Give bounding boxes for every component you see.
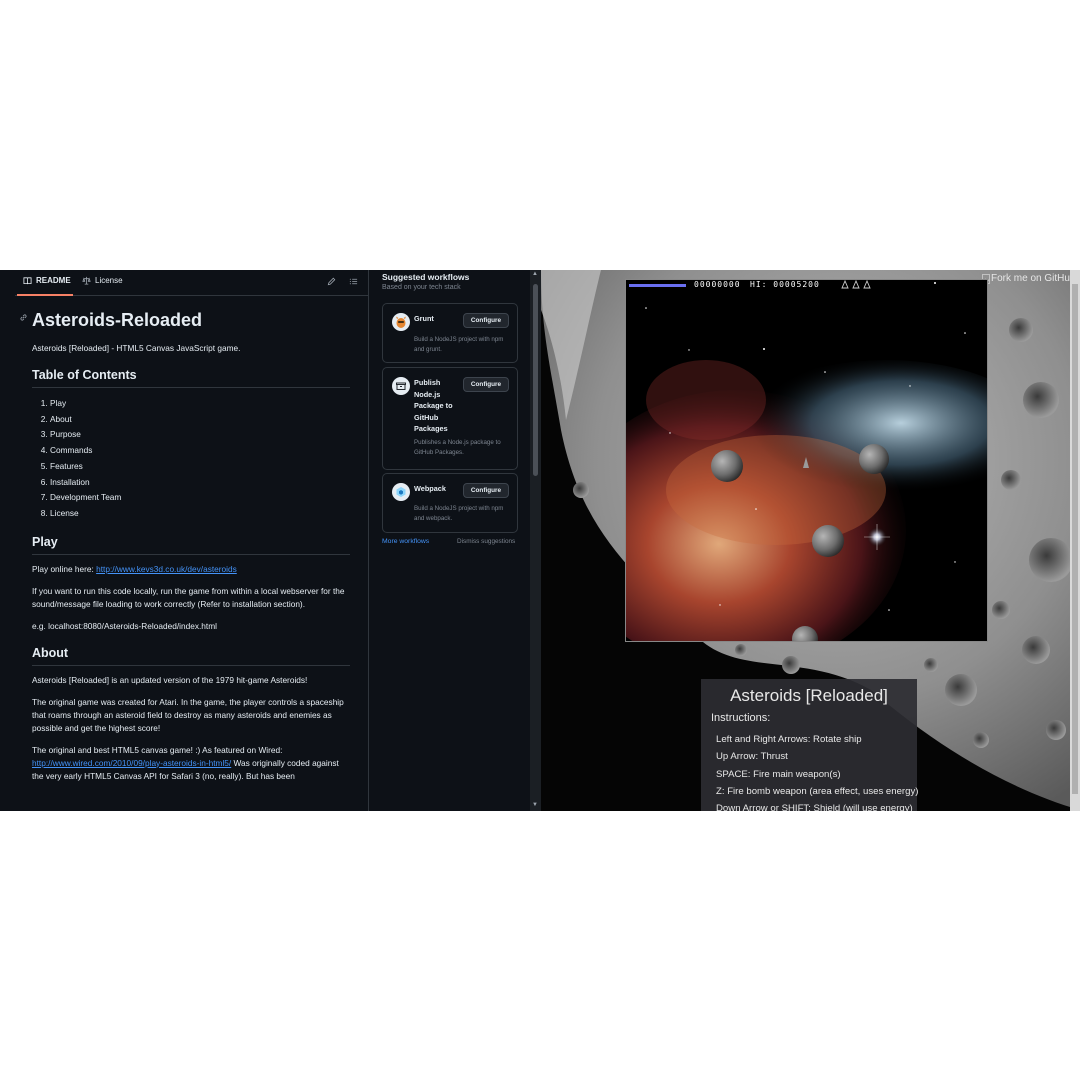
workflow-name: Publish Node.js Package to GitHub Packag… <box>414 378 453 433</box>
tab-license-label: License <box>95 276 123 285</box>
screenshot-area: README License Asteroids-Reloaded Astero… <box>0 270 1080 811</box>
energy-bar <box>629 284 686 287</box>
game-page: Fork me on GitHub 00000000 HI: 00005200 … <box>541 270 1080 811</box>
instruction-line: Z: Fire bomb weapon (area effect, uses e… <box>716 786 919 797</box>
about-paragraph-3: The original and best HTML5 canvas game!… <box>32 744 350 783</box>
toc-item-commands[interactable]: Commands <box>50 443 350 459</box>
scroll-up-arrow-icon[interactable]: ▲ <box>532 271 538 277</box>
workflow-name: Webpack <box>414 484 446 493</box>
workflows-panel: Suggested workflows Based on your tech s… <box>369 270 530 811</box>
workflow-description: Publishes a Node.js package to GitHub Pa… <box>414 439 501 456</box>
workflow-name: Grunt <box>414 314 434 323</box>
workflow-description: Build a NodeJS project with npm and webp… <box>414 505 504 522</box>
instructions-title: Asteroids [Reloaded] <box>730 686 888 705</box>
scrollbar-thumb[interactable] <box>533 284 538 476</box>
lives-indicator <box>841 280 871 289</box>
tab-license[interactable]: License <box>82 276 123 285</box>
workflows-subtitle: Based on your tech stack <box>382 284 461 291</box>
workflows-title: Suggested workflows <box>382 272 470 282</box>
toc-heading: Table of Contents <box>32 367 350 388</box>
more-workflows-link[interactable]: More workflows <box>382 538 429 545</box>
active-tab-indicator <box>17 294 73 296</box>
instruction-line: Down Arrow or SHIFT: Shield (will use en… <box>716 803 913 811</box>
webpack-logo-icon <box>392 483 410 501</box>
life-ship-icon <box>863 280 871 289</box>
workflow-card-publish-nodejs: Publish Node.js Package to GitHub Packag… <box>382 367 518 470</box>
grunt-logo-icon <box>392 313 410 331</box>
instructions-label: Instructions: <box>711 712 771 724</box>
play-online-label: Play online here: <box>32 563 97 574</box>
scrollbar-thumb[interactable] <box>1072 284 1078 794</box>
about-heading: About <box>32 645 350 666</box>
package-icon <box>392 377 410 395</box>
instruction-line: SPACE: Fire main weapon(s) <box>716 769 841 780</box>
toc-list: Play About Purpose Commands Features Ins… <box>32 396 350 522</box>
play-local-paragraph: If you want to run this code locally, ru… <box>32 585 345 609</box>
toc-item-purpose[interactable]: Purpose <box>50 427 350 443</box>
readme-scrollbar[interactable]: ▲ ▼ <box>530 270 541 811</box>
book-icon <box>23 277 32 285</box>
life-ship-icon <box>852 280 860 289</box>
readme-content: Asteroids-Reloaded Asteroids [Reloaded] … <box>20 308 350 792</box>
hiscore-readout: HI: 00005200 <box>750 280 820 289</box>
about-paragraph-2: The original game was created for Atari.… <box>32 696 344 733</box>
instruction-line: Left and Right Arrows: Rotate ship <box>716 734 862 745</box>
list-icon[interactable] <box>349 277 358 286</box>
tab-readme-label: README <box>36 276 71 285</box>
game-page-scrollbar[interactable] <box>1070 270 1080 811</box>
about-p3-intro: The original and best HTML5 canvas game!… <box>32 744 283 755</box>
play-online-paragraph: Play online here: http://www.kevs3d.co.u… <box>32 563 350 576</box>
play-online-link[interactable]: http://www.kevs3d.co.uk/dev/asteroids <box>96 564 237 574</box>
readme-panel: README License Asteroids-Reloaded Astero… <box>15 270 369 811</box>
link-icon[interactable] <box>19 313 28 322</box>
toc-item-development-team[interactable]: Development Team <box>50 490 350 506</box>
fork-me-ribbon[interactable]: Fork me on GitHub <box>982 273 1075 284</box>
tab-readme[interactable]: README <box>23 276 71 285</box>
toc-item-about[interactable]: About <box>50 412 350 428</box>
toc-item-play[interactable]: Play <box>50 396 350 412</box>
workflow-description: Build a NodeJS project with npm and grun… <box>414 336 504 353</box>
about-paragraph-1: Asteroids [Reloaded] is an updated versi… <box>32 674 308 685</box>
life-ship-icon <box>841 280 849 289</box>
toc-item-license[interactable]: License <box>50 506 350 522</box>
readme-tabs: README License <box>15 270 368 296</box>
scroll-down-arrow-icon[interactable]: ▼ <box>532 802 538 808</box>
fork-me-label: Fork me on GitHub <box>991 273 1076 284</box>
toc-item-features[interactable]: Features <box>50 459 350 475</box>
play-heading: Play <box>32 534 350 555</box>
instruction-line: Up Arrow: Thrust <box>716 751 788 762</box>
readme-tagline: Asteroids [Reloaded] - HTML5 Canvas Java… <box>32 343 241 353</box>
wired-link[interactable]: http://www.wired.com/2010/09/play-astero… <box>32 758 231 768</box>
configure-button[interactable]: Configure <box>463 483 509 498</box>
configure-button[interactable]: Configure <box>463 377 509 392</box>
scale-icon <box>82 276 91 285</box>
space-scene <box>626 280 987 641</box>
workflow-card-grunt: Grunt Configure Build a NodeJS project w… <box>382 303 518 363</box>
instructions-panel: Asteroids [Reloaded] Instructions: Left … <box>701 679 919 811</box>
play-example-url: e.g. localhost:8080/Asteroids-Reloaded/i… <box>32 620 217 631</box>
game-canvas[interactable]: 00000000 HI: 00005200 <box>625 279 988 642</box>
dismiss-suggestions-button[interactable]: Dismiss suggestions <box>457 538 515 545</box>
toc-item-installation[interactable]: Installation <box>50 475 350 491</box>
pencil-icon[interactable] <box>327 277 336 286</box>
score-readout: 00000000 <box>694 280 741 289</box>
workflow-card-webpack: Webpack Configure Build a NodeJS project… <box>382 473 518 533</box>
readme-title: Asteroids-Reloaded <box>32 310 203 330</box>
configure-button[interactable]: Configure <box>463 313 509 328</box>
